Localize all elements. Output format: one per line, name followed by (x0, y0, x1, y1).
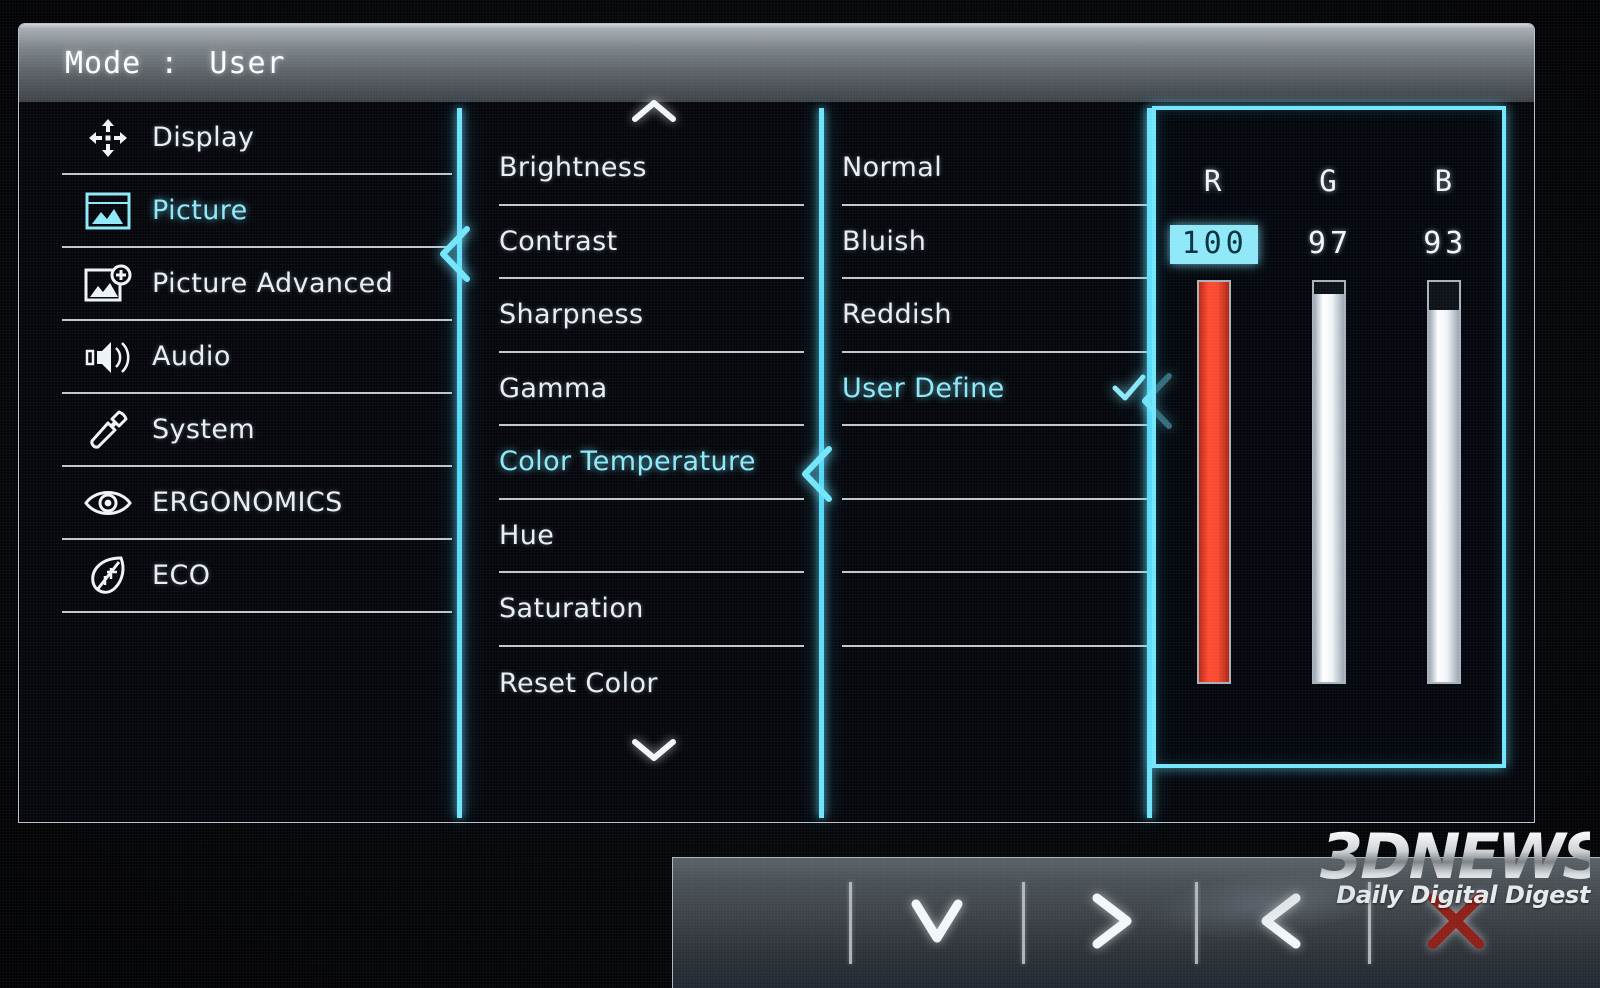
option-normal[interactable]: Normal (842, 132, 1150, 206)
sidebar-item-display[interactable]: Display (62, 102, 452, 175)
sidebar-item-label: Audio (152, 341, 231, 372)
button-exit[interactable] (1371, 858, 1541, 988)
option-empty (842, 647, 1150, 721)
option-bluish[interactable]: Bluish (842, 206, 1150, 279)
sidebar-item-label: ECO (152, 560, 211, 591)
menu-item-label: Sharpness (499, 299, 644, 331)
option-empty (842, 500, 1150, 573)
sidebar-item-audio[interactable]: Audio (62, 321, 452, 394)
chevron-up-icon[interactable] (631, 98, 677, 124)
rgb-slider-fill (1313, 294, 1344, 682)
menu-item-label: Brightness (499, 152, 647, 184)
picture-plus-icon (80, 262, 136, 306)
picture-frame-icon (80, 189, 136, 233)
rgb-slider-r[interactable] (1196, 280, 1231, 684)
mode-label: Mode : (65, 45, 180, 81)
menu-item-label: Reset Color (499, 667, 658, 699)
picture-settings-menu: Brightness Contrast Sharpness Gamma Colo… (499, 132, 804, 720)
chevron-left-icon (437, 226, 471, 282)
osd-body: Display Picture Picture Advanced Audio S… (19, 100, 1534, 824)
menu-item-saturation[interactable]: Saturation (499, 573, 804, 647)
rgb-channel-b[interactable]: B 93 (1387, 110, 1502, 764)
rgb-slider-fill (1429, 310, 1460, 682)
menu-item-contrast[interactable]: Contrast (499, 206, 804, 279)
wrench-icon (80, 408, 136, 452)
option-label: Reddish (842, 299, 952, 331)
sidebar-item-picture[interactable]: Picture (62, 175, 452, 248)
menu-item-label: Contrast (499, 225, 618, 257)
rgb-slider-fill (1198, 282, 1229, 682)
osd-button-bar (672, 857, 1600, 988)
option-empty (842, 573, 1150, 647)
sidebar-item-label: Display (152, 122, 255, 153)
option-label: Normal (842, 152, 943, 184)
rgb-channel-value[interactable]: 93 (1411, 225, 1477, 264)
rgb-channel-g[interactable]: G 97 (1271, 110, 1386, 764)
sidebar-item-ergonomics[interactable]: ERGONOMICS (62, 467, 452, 540)
chevron-down-icon[interactable] (631, 737, 677, 763)
rgb-channel-value[interactable]: 97 (1296, 225, 1362, 264)
sidebar-item-eco[interactable]: ECO (62, 540, 452, 613)
chevron-left-icon (799, 446, 833, 502)
chevron-down-icon (902, 886, 972, 960)
rgb-adjust-panel: R 100 G 97 B 93 (1152, 106, 1506, 768)
button-right[interactable] (1025, 858, 1195, 988)
option-label: Bluish (842, 225, 927, 257)
sidebar-item-label: System (152, 414, 256, 445)
option-reddish[interactable]: Reddish (842, 279, 1150, 353)
rgb-channel-label: R (1203, 164, 1224, 198)
menu-item-brightness[interactable]: Brightness (499, 132, 804, 206)
menu-item-hue[interactable]: Hue (499, 500, 804, 573)
sidebar-item-system[interactable]: System (62, 394, 452, 467)
sidebar-item-label: ERGONOMICS (152, 487, 343, 518)
osd-window: Mode : User Display Picture Picture Adva… (18, 23, 1535, 823)
rgb-channel-label: G (1319, 164, 1339, 198)
menu-item-label: Saturation (499, 593, 644, 625)
menu-item-reset-color[interactable]: Reset Color (499, 647, 804, 721)
sidebar-item-label: Picture (152, 195, 248, 226)
color-temperature-options: Normal Bluish Reddish User Define (842, 132, 1150, 720)
monitor-screen: Mode : User Display Picture Picture Adva… (0, 0, 1600, 988)
osd-title-bar: Mode : User (19, 24, 1534, 102)
button-left[interactable] (1198, 858, 1368, 988)
menu-item-color-temperature[interactable]: Color Temperature (499, 426, 804, 500)
mode-value: User (209, 45, 286, 81)
button-bar-spacer (673, 858, 849, 988)
rgb-channel-r[interactable]: R 100 (1156, 110, 1271, 764)
option-user-define[interactable]: User Define (842, 353, 1150, 426)
menu-item-sharpness[interactable]: Sharpness (499, 279, 804, 353)
menu-item-gamma[interactable]: Gamma (499, 353, 804, 426)
option-label: User Define (842, 372, 1005, 404)
close-x-icon (1419, 884, 1493, 962)
chevron-right-icon (1075, 886, 1145, 960)
rgb-slider-b[interactable] (1427, 280, 1462, 684)
eye-icon (80, 481, 136, 525)
menu-item-label: Gamma (499, 372, 608, 404)
rgb-channel-label: B (1434, 164, 1455, 198)
sidebar-item-picture-advanced[interactable]: Picture Advanced (62, 248, 452, 321)
menu-item-label: Color Temperature (499, 446, 756, 478)
rgb-slider-g[interactable] (1311, 280, 1346, 684)
menu-item-label: Hue (499, 519, 555, 551)
divider-categories (457, 108, 462, 818)
speaker-icon (80, 335, 136, 379)
button-down[interactable] (852, 858, 1022, 988)
rgb-channel-value[interactable]: 100 (1169, 225, 1258, 264)
chevron-left-icon (1248, 886, 1318, 960)
option-empty (842, 426, 1150, 500)
fit-arrows-icon (80, 116, 136, 160)
category-list: Display Picture Picture Advanced Audio S… (62, 102, 452, 613)
leaf-icon (80, 554, 136, 598)
sidebar-item-label: Picture Advanced (152, 268, 394, 299)
